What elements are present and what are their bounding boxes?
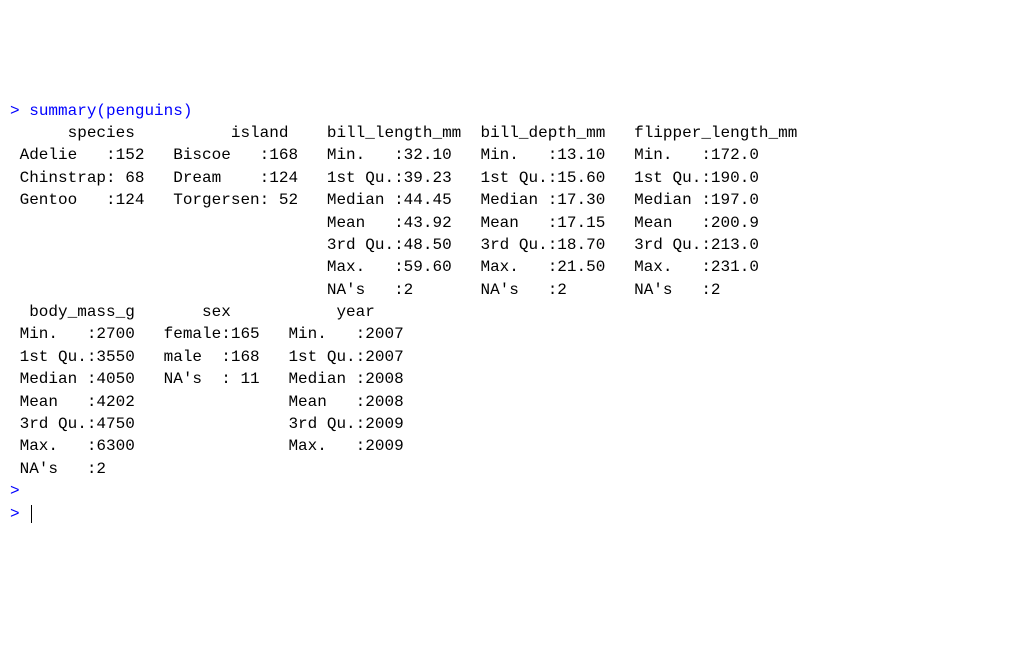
output-line: Mean :4202 Mean :2008 [10,393,423,411]
prompt-symbol: > [10,482,20,500]
output-line: Mean :43.92 Mean :17.15 Mean :200.9 [10,214,797,232]
output-line: Min. :2700 female:165 Min. :2007 [10,325,423,343]
output-line: 3rd Qu.:4750 3rd Qu.:2009 [10,415,423,433]
output-line: Adelie :152 Biscoe :168 Min. :32.10 Min.… [10,146,797,164]
output-headers-1: species island bill_length_mm bill_depth… [10,124,797,142]
command-text: summary(penguins) [29,102,192,120]
cursor-icon [31,505,32,523]
prompt-symbol: > [10,505,20,523]
output-line: NA's :2 NA's :2 NA's :2 [10,281,797,299]
output-line: Max. :6300 Max. :2009 [10,437,423,455]
prompt-symbol: > [10,102,20,120]
output-line: NA's :2 [10,460,423,478]
output-line: 1st Qu.:3550 male :168 1st Qu.:2007 [10,348,423,366]
console[interactable]: > summary(penguins) species island bill_… [10,100,1014,525]
output-headers-2: body_mass_g sex year [10,303,423,321]
output-line: Max. :59.60 Max. :21.50 Max. :231.0 [10,258,797,276]
output-line: Gentoo :124 Torgersen: 52 Median :44.45 … [10,191,797,209]
output-line: 3rd Qu.:48.50 3rd Qu.:18.70 3rd Qu.:213.… [10,236,797,254]
output-line: Median :4050 NA's : 11 Median :2008 [10,370,423,388]
output-line: Chinstrap: 68 Dream :124 1st Qu.:39.23 1… [10,169,797,187]
